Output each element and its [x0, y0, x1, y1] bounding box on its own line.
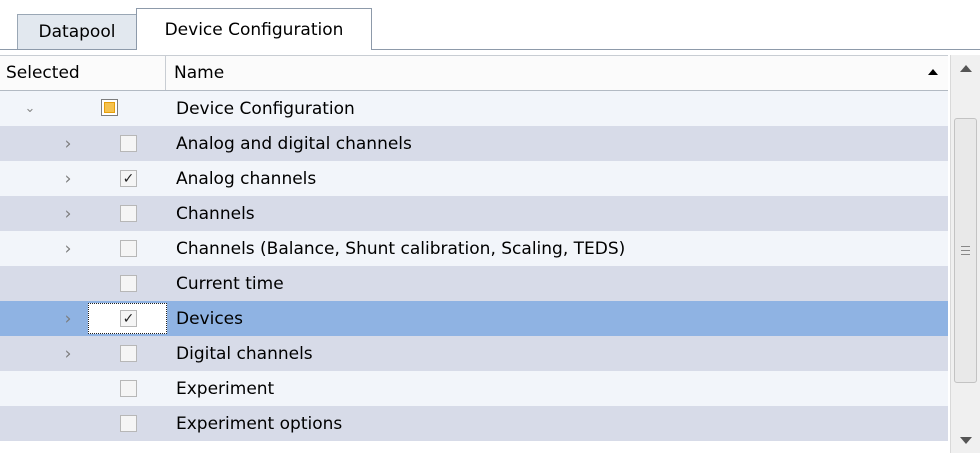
scroll-up-button[interactable]	[951, 55, 980, 81]
expand-icon[interactable]: ›	[60, 301, 76, 336]
collapse-icon[interactable]: ⌄	[22, 91, 38, 126]
tab-bar: Datapool Device Configuration	[0, 0, 980, 51]
expand-icon[interactable]: ›	[60, 161, 76, 196]
tree-row[interactable]: › Analog and digital channels	[0, 126, 948, 161]
row-checkbox[interactable]	[120, 205, 137, 222]
row-name: Devices	[176, 308, 243, 329]
sort-ascending-icon	[928, 69, 938, 75]
partial-checkbox[interactable]	[101, 99, 118, 116]
arrow-up-icon	[959, 64, 972, 72]
row-checkbox[interactable]	[120, 380, 137, 397]
row-name: Analog channels	[176, 168, 317, 189]
tab-datapool[interactable]: Datapool	[17, 14, 137, 49]
expand-icon[interactable]: ›	[60, 196, 76, 231]
row-name: Experiment options	[176, 413, 343, 434]
row-name: Current time	[176, 273, 284, 294]
row-checkbox[interactable]: ✓	[120, 170, 137, 187]
row-name: Device Configuration	[176, 98, 355, 119]
grid-header: Selected Name	[0, 55, 948, 91]
tree-rows: ⌄ Device Configuration › Analog and digi…	[0, 91, 948, 441]
tree-row[interactable]: › ✓ Analog channels	[0, 161, 948, 196]
row-checkbox[interactable]	[120, 415, 137, 432]
arrow-down-icon	[959, 436, 972, 444]
expand-icon[interactable]: ›	[60, 231, 76, 266]
checkmark-icon: ✓	[122, 310, 135, 327]
row-checkbox[interactable]: ✓	[120, 310, 137, 327]
expand-icon[interactable]: ›	[60, 126, 76, 161]
tree-row[interactable]: ⌄ Device Configuration	[0, 91, 948, 126]
row-checkbox[interactable]	[120, 240, 137, 257]
scrollbar-thumb[interactable]	[954, 118, 977, 383]
scroll-down-button[interactable]	[951, 427, 980, 453]
vertical-scrollbar[interactable]	[950, 55, 980, 453]
expand-icon[interactable]: ›	[60, 336, 76, 371]
tree-row[interactable]: › Channels (Balance, Shunt calibration, …	[0, 231, 948, 266]
partial-indicator-icon	[104, 102, 115, 113]
tree-row[interactable]: › Digital channels	[0, 336, 948, 371]
row-name: Digital channels	[176, 343, 313, 364]
tree-grid: Selected Name ⌄ Device Configuration › A…	[0, 51, 980, 453]
row-name: Channels	[176, 203, 255, 224]
tree-row-selected[interactable]: › ✓ Devices	[0, 301, 948, 336]
row-checkbox[interactable]	[120, 345, 137, 362]
column-header-name[interactable]: Name	[167, 56, 948, 90]
row-name: Analog and digital channels	[176, 133, 412, 154]
column-header-selected[interactable]: Selected	[0, 56, 166, 90]
column-header-name-label: Name	[174, 63, 225, 83]
row-name: Experiment	[176, 378, 275, 399]
tree-row[interactable]: › Channels	[0, 196, 948, 231]
row-name: Channels (Balance, Shunt calibration, Sc…	[176, 238, 626, 259]
tree-row[interactable]: Current time	[0, 266, 948, 301]
checkmark-icon: ✓	[122, 170, 135, 187]
tree-row[interactable]: Experiment options	[0, 406, 948, 441]
row-checkbox[interactable]	[120, 135, 137, 152]
grip-icon	[961, 246, 970, 255]
tree-row[interactable]: Experiment	[0, 371, 948, 406]
row-checkbox[interactable]	[120, 275, 137, 292]
tab-device-configuration[interactable]: Device Configuration	[136, 8, 372, 50]
